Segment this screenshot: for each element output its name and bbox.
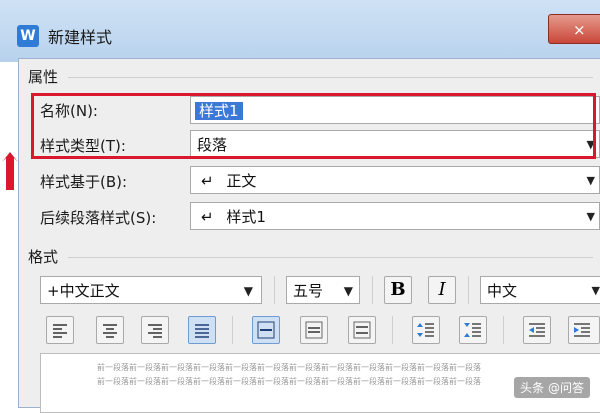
font-size-value: 五号 xyxy=(293,282,324,300)
one-half-spacing-button[interactable] xyxy=(300,316,328,344)
preview-line: 前一段落前一段落前一段落前一段落前一段落前一段落前一段落前一段落前一段落前一段落… xyxy=(97,363,481,372)
dialog-title: 新建样式 xyxy=(48,28,113,47)
decrease-spacing-button[interactable] xyxy=(459,316,487,344)
wps-logo-icon: W xyxy=(17,25,39,47)
caret-down-icon: ▼ xyxy=(591,284,600,297)
next-style-label: 后续段落样式(S): xyxy=(40,209,157,227)
red-arrow-icon xyxy=(2,152,18,190)
single-spacing-button[interactable] xyxy=(252,316,280,344)
toolbar-separator xyxy=(232,316,233,344)
justify-icon xyxy=(195,324,209,338)
based-on-value: 正文 xyxy=(226,172,257,190)
font-select[interactable]: +中文正文 ▼ xyxy=(40,276,262,304)
italic-button[interactable]: I xyxy=(428,276,456,304)
increase-spacing-icon xyxy=(417,323,434,337)
one-half-spacing-icon xyxy=(305,321,323,339)
script-value: 中文 xyxy=(487,282,518,300)
align-center-button[interactable] xyxy=(96,316,124,344)
double-spacing-icon xyxy=(353,321,371,339)
justify-button[interactable] xyxy=(188,316,216,344)
decrease-indent-icon xyxy=(529,323,545,337)
next-style-select[interactable]: ↵ 样式1 ▼ xyxy=(190,202,600,230)
bold-button[interactable]: B xyxy=(384,276,412,304)
close-button[interactable]: × xyxy=(548,14,600,44)
align-center-icon xyxy=(103,324,117,338)
toolbar-separator xyxy=(468,276,469,304)
format-group-title: 格式 xyxy=(28,248,59,266)
based-on-label: 样式基于(B): xyxy=(40,173,128,191)
caret-down-icon: ▼ xyxy=(343,284,353,298)
title-bar: W 新建样式 × xyxy=(0,0,600,62)
toolbar-separator xyxy=(372,276,373,304)
align-right-icon xyxy=(148,324,162,338)
caret-down-icon: ▼ xyxy=(243,284,253,298)
chevron-down-icon: ▼ xyxy=(586,210,595,223)
font-value: +中文正文 xyxy=(47,282,120,300)
properties-group-title: 属性 xyxy=(28,68,59,86)
increase-indent-button[interactable] xyxy=(568,316,600,344)
next-style-value: 样式1 xyxy=(226,208,266,226)
chevron-down-icon: ▼ xyxy=(586,174,595,187)
based-on-select[interactable]: ↵ 正文 ▼ xyxy=(190,166,600,194)
increase-indent-icon xyxy=(574,323,590,337)
single-spacing-icon xyxy=(257,321,275,339)
decrease-indent-button[interactable] xyxy=(523,316,551,344)
paragraph-mark-icon: ↵ xyxy=(201,208,214,226)
align-right-button[interactable] xyxy=(141,316,169,344)
properties-divider xyxy=(68,77,593,78)
decrease-spacing-icon xyxy=(464,323,481,337)
script-select[interactable]: 中文 ▼ xyxy=(480,276,600,304)
toolbar-separator xyxy=(503,316,504,344)
align-left-button[interactable] xyxy=(46,316,74,344)
font-size-select[interactable]: 五号 ▼ xyxy=(286,276,360,304)
watermark-label: 头条 @问答 xyxy=(514,377,590,398)
double-spacing-button[interactable] xyxy=(348,316,376,344)
toolbar-separator xyxy=(392,316,393,344)
preview-line: 前一段落前一段落前一段落前一段落前一段落前一段落前一段落前一段落前一段落前一段落… xyxy=(97,377,481,386)
red-highlight-box xyxy=(31,93,596,159)
toolbar-separator xyxy=(274,276,275,304)
paragraph-mark-icon: ↵ xyxy=(201,172,214,190)
align-left-icon xyxy=(53,324,67,338)
increase-spacing-button[interactable] xyxy=(412,316,440,344)
format-divider xyxy=(68,257,593,258)
